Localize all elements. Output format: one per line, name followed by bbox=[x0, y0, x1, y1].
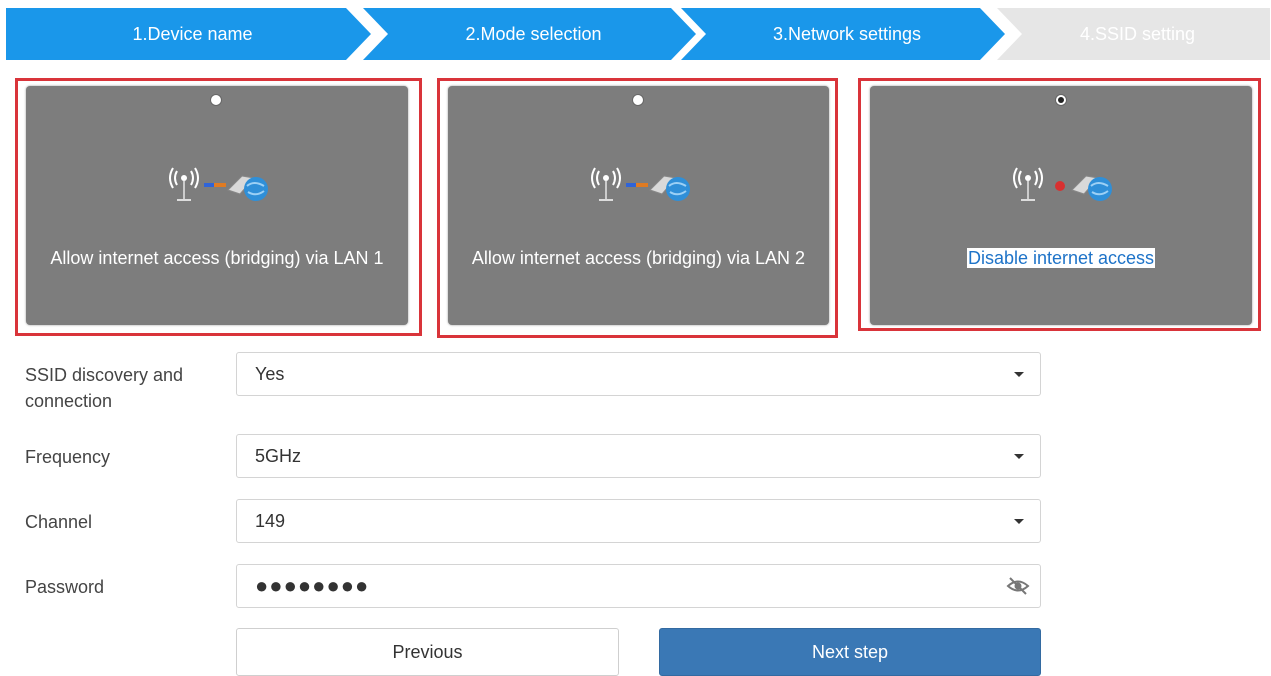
radio-lan1[interactable] bbox=[210, 94, 222, 106]
chevron-down-icon bbox=[1014, 519, 1024, 524]
mode-card-disable[interactable]: Disable internet access bbox=[870, 86, 1252, 325]
radio-disable[interactable] bbox=[1055, 94, 1067, 106]
ssid-discovery-select[interactable]: Yes bbox=[236, 352, 1041, 396]
password-field[interactable]: ●●●●●●●● bbox=[236, 564, 1041, 608]
channel-label: Channel bbox=[25, 512, 93, 532]
mode-card-lan1[interactable]: Allow internet access (bridging) via LAN… bbox=[26, 86, 408, 325]
frequency-select[interactable]: 5GHz bbox=[236, 434, 1041, 478]
chevron-down-icon bbox=[1014, 372, 1024, 377]
hide-password-icon[interactable] bbox=[1006, 575, 1030, 597]
wizard-steps: 1.Device name 2.Mode selection 3.Network… bbox=[6, 8, 1270, 60]
card-label-lan2: Allow internet access (bridging) via LAN… bbox=[471, 248, 806, 268]
disabled-network-icon bbox=[1013, 167, 1112, 201]
step-ssid-setting: 4.SSID setting bbox=[997, 8, 1270, 60]
password-label: Password bbox=[25, 577, 105, 597]
mode-card-lan2[interactable]: Allow internet access (bridging) via LAN… bbox=[448, 86, 829, 325]
radio-lan2[interactable] bbox=[632, 94, 644, 106]
card-label-disable: Disable internet access bbox=[966, 248, 1156, 268]
step-device-name[interactable]: 1.Device name bbox=[6, 8, 371, 60]
step-network-settings[interactable]: 3.Network settings bbox=[681, 8, 1005, 60]
next-step-button[interactable]: Next step bbox=[659, 628, 1041, 676]
bridge-lan-icon bbox=[169, 167, 268, 201]
card-label-lan1: Allow internet access (bridging) via LAN… bbox=[50, 248, 384, 268]
channel-select[interactable]: 149 bbox=[236, 499, 1041, 543]
frequency-label: Frequency bbox=[25, 447, 111, 467]
step-mode-selection[interactable]: 2.Mode selection bbox=[363, 8, 696, 60]
chevron-down-icon bbox=[1014, 454, 1024, 459]
bridge-lan-icon bbox=[591, 167, 690, 201]
previous-button[interactable]: Previous bbox=[236, 628, 619, 676]
ssid-discovery-label: SSID discovery and connection bbox=[25, 365, 184, 411]
